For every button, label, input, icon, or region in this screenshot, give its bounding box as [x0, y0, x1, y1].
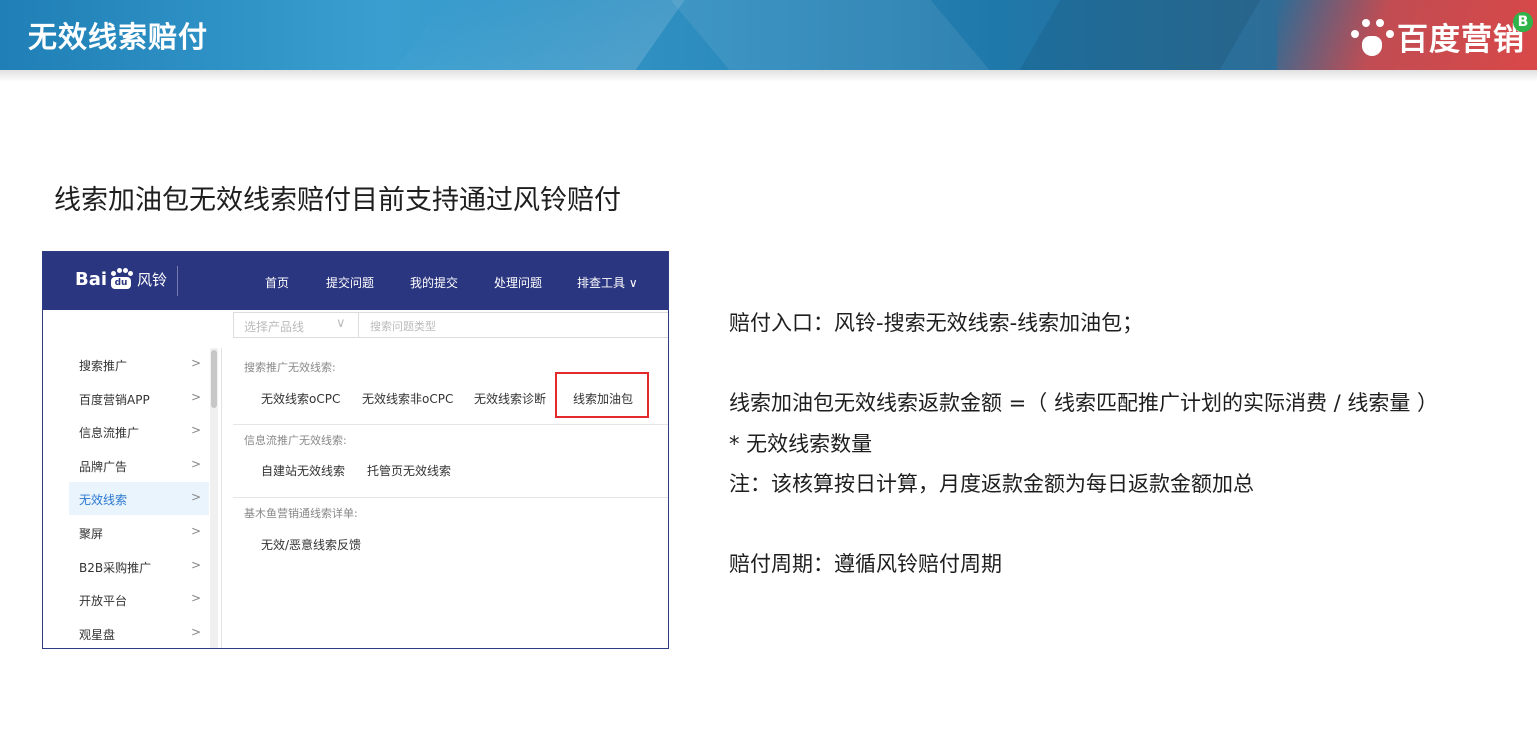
top-navbar: Bai du 风铃 首页 提交问题 我的提交 处理问题 排查工具 ∨ [43, 252, 668, 310]
sidebar-item-guanxingpan[interactable]: 观星盘 > [69, 617, 209, 648]
link-self-built-invalid[interactable]: 自建站无效线索 [261, 462, 345, 479]
sidebar-item-search-ads[interactable]: 搜索推广 > [69, 348, 209, 381]
section-heading: 线索加油包无效线索赔付目前支持通过风铃赔付 [54, 185, 621, 216]
brand-logo: 百度营销 B [1349, 12, 1533, 59]
chevron-right-icon: > [190, 591, 201, 605]
info-note: 注：该核算按日计算，月度返款金额为每日返款金额加总 [729, 472, 1254, 496]
filter-bar: 选择产品线 ∨ 搜索问题类型 [233, 312, 668, 338]
nav-my-submissions[interactable]: 我的提交 [410, 274, 458, 291]
sidebar-item-brand-ads[interactable]: 品牌广告 > [69, 449, 209, 482]
nav-handle-question[interactable]: 处理问题 [494, 274, 542, 291]
brand-text: 百度营销 [1397, 22, 1525, 58]
info-formula-line1: 线索加油包无效线索返款金额 =（ 线索匹配推广计划的实际消费 / 线索量 ） [729, 391, 1439, 415]
link-invalid-diagnosis[interactable]: 无效线索诊断 [474, 390, 546, 407]
sidebar-scroll-thumb[interactable] [211, 350, 217, 408]
chevron-right-icon: > [190, 457, 201, 471]
chevron-right-icon: > [190, 356, 201, 370]
sidebar-item-open-platform[interactable]: 开放平台 > [69, 583, 209, 616]
sidebar-item-invalid-leads[interactable]: 无效线索 > [69, 482, 209, 515]
link-invalid-ocpc[interactable]: 无效线索oCPC [261, 390, 340, 407]
section-title-feed: 信息流推广无效线索: [244, 434, 347, 447]
info-cycle: 赔付周期：遵循风铃赔付周期 [729, 552, 1002, 576]
chevron-right-icon: > [190, 423, 201, 437]
nav-submit-question[interactable]: 提交问题 [326, 274, 374, 291]
info-entry: 赔付入口：风铃-搜索无效线索-线索加油包； [729, 311, 1144, 335]
chevron-right-icon: > [190, 625, 201, 639]
section-title-search: 搜索推广无效线索: [244, 361, 336, 374]
product-line-select[interactable]: 选择产品线 [244, 318, 304, 335]
fengling-screenshot: Bai du 风铃 首页 提交问题 我的提交 处理问题 排查工具 ∨ 选择产品线… [42, 251, 669, 649]
chevron-right-icon: > [190, 524, 201, 538]
info-formula-line2: * 无效线索数量 [729, 432, 873, 456]
baidu-paw-icon [1349, 16, 1395, 58]
baidu-paw-icon: du [108, 268, 134, 290]
sidebar: 搜索推广 > 百度营销APP > 信息流推广 > 品牌广告 > 无效线索 > 聚屏 > B2… [69, 348, 209, 648]
chevron-right-icon: > [190, 490, 201, 504]
sidebar-item-baidu-app[interactable]: 百度营销APP > [69, 382, 209, 415]
nav-home[interactable]: 首页 [265, 274, 289, 291]
sidebar-item-feed-ads[interactable]: 信息流推广 > [69, 415, 209, 448]
chevron-down-icon[interactable]: ∨ [336, 316, 346, 331]
chevron-right-icon: > [190, 390, 201, 404]
header-banner: 无效线索赔付 百度营销 B [0, 0, 1537, 70]
chevron-right-icon: > [190, 558, 201, 572]
sidebar-item-b2b[interactable]: B2B采购推广 > [69, 550, 209, 583]
section-title-jimuyu: 基木鱼营销通线索详单: [244, 507, 358, 520]
highlight-box [555, 372, 649, 418]
link-hosted-page-invalid[interactable]: 托管页无效线索 [367, 462, 451, 479]
fengling-logo[interactable]: Bai du 风铃 [75, 268, 167, 290]
nav-diagnostic-tools[interactable]: 排查工具 ∨ [577, 274, 638, 291]
page-title: 无效线索赔付 [28, 20, 209, 54]
brand-badge: B [1513, 12, 1533, 32]
sidebar-item-juping[interactable]: 聚屏 > [69, 516, 209, 549]
link-malicious-feedback[interactable]: 无效/恶意线索反馈 [261, 536, 361, 553]
link-invalid-non-ocpc[interactable]: 无效线索非oCPC [362, 390, 453, 407]
question-type-search[interactable]: 搜索问题类型 [370, 318, 436, 334]
